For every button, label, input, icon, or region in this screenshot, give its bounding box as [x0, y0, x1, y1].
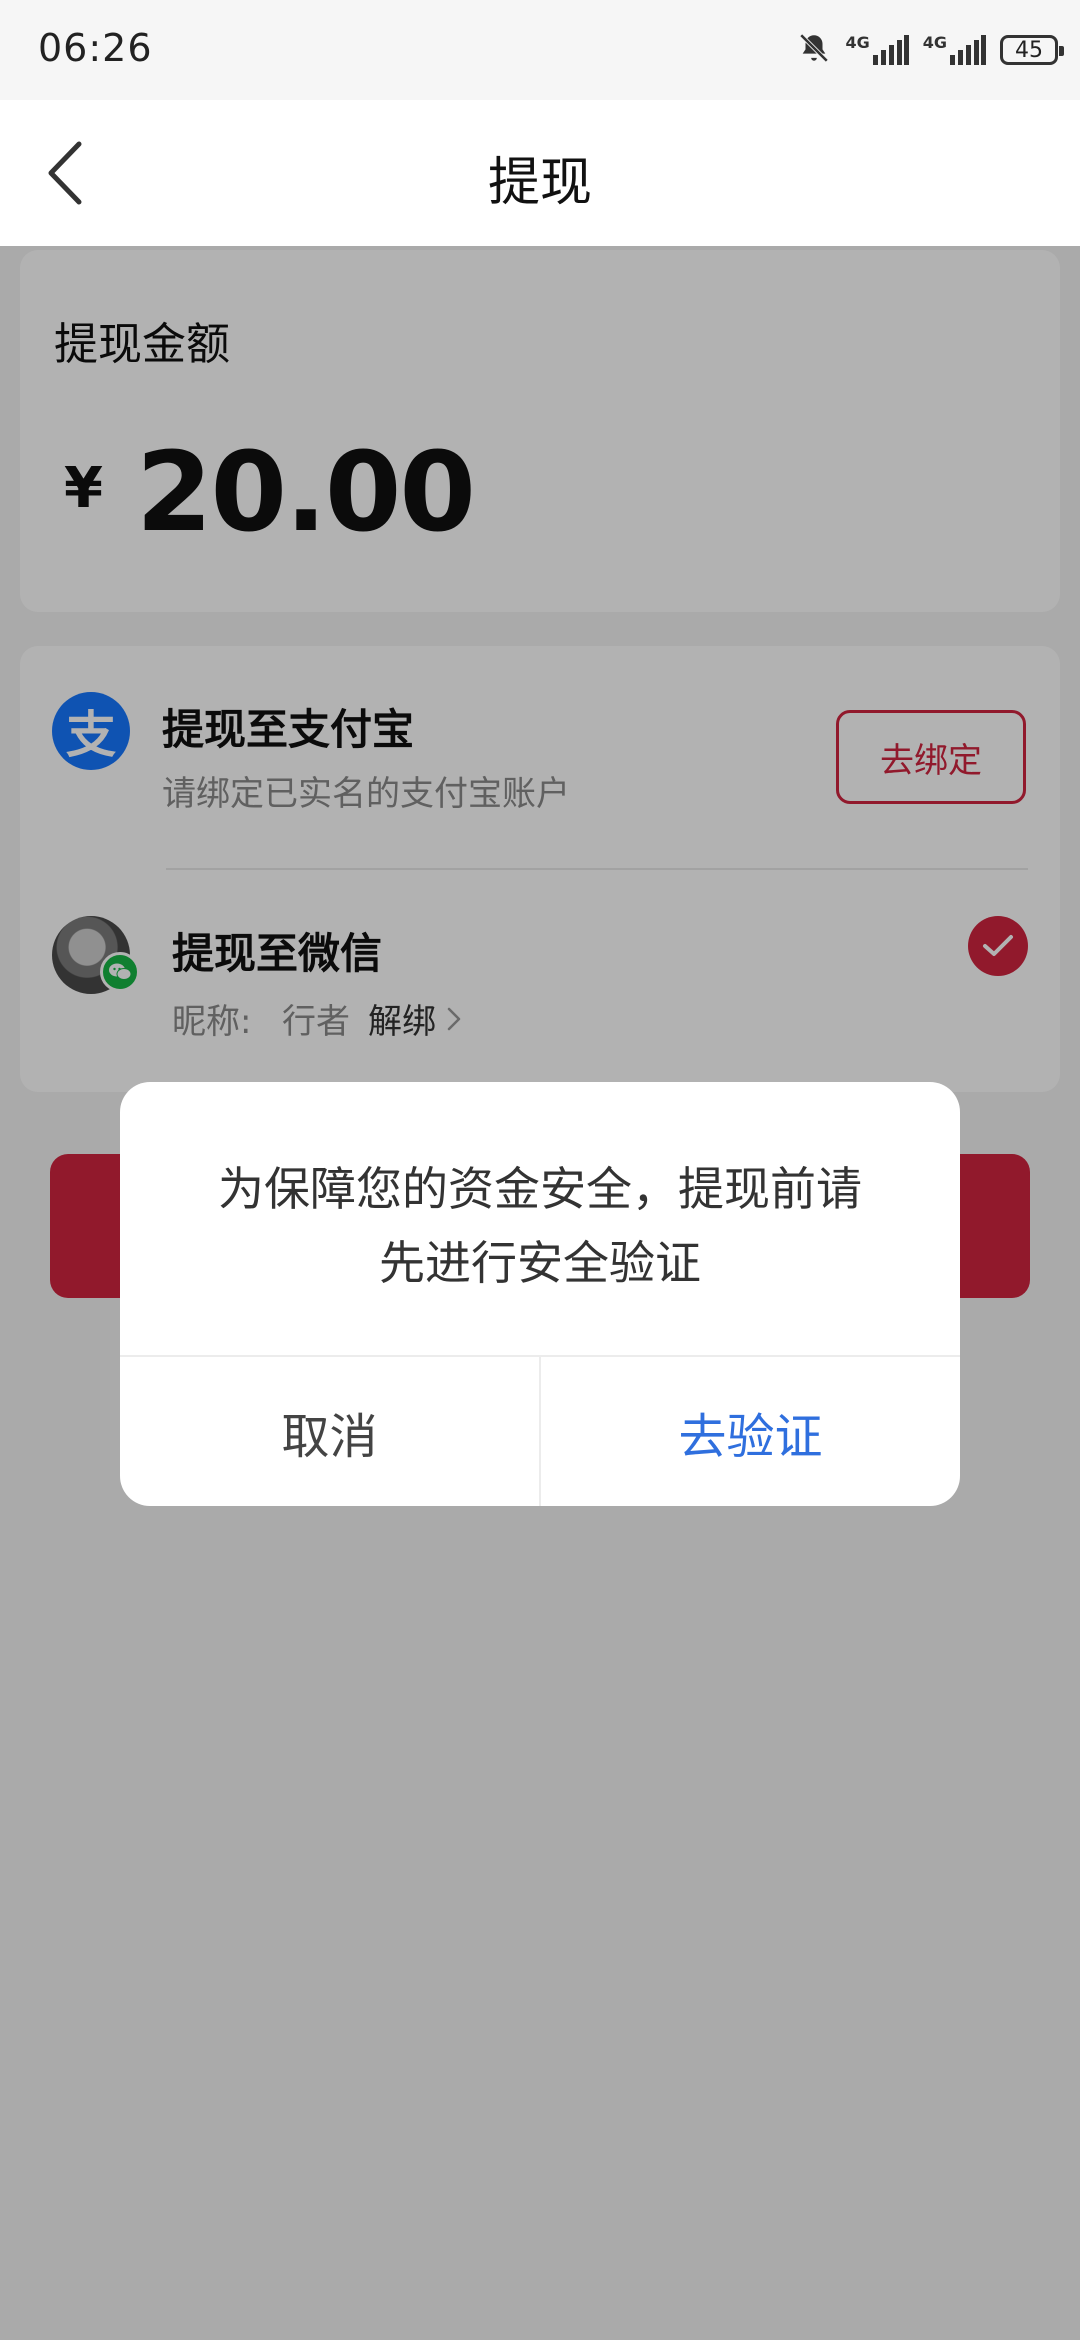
go-verify-label: 去验证 — [678, 1408, 823, 1465]
page-title: 提现 — [487, 153, 592, 213]
dialog-message-line-2: 先进行安全验证 — [379, 1236, 701, 1290]
signal-type-2: 4G — [922, 33, 947, 52]
battery-level: 45 — [1015, 37, 1043, 63]
battery-icon: 45 — [1000, 35, 1064, 65]
go-verify-button[interactable]: 去验证 — [541, 1357, 960, 1506]
dialog-message: 为保障您的资金安全，提现前请 先进行安全验证 — [120, 1152, 960, 1300]
app-header: 提现 — [0, 100, 1080, 246]
signal-icon-1: 4G — [845, 33, 909, 65]
signal-icon-2: 4G — [923, 35, 986, 65]
security-verify-dialog: 为保障您的资金安全，提现前请 先进行安全验证 取消 去验证 — [120, 1082, 960, 1506]
signal-type-1: 4G — [845, 33, 870, 52]
mute-icon — [797, 31, 831, 69]
status-icons: 4G 4G 45 — [797, 30, 1064, 70]
status-time: 06:26 — [38, 26, 153, 70]
cancel-button[interactable]: 取消 — [120, 1357, 539, 1506]
dialog-message-line-1: 为保障您的资金安全，提现前请 — [218, 1162, 862, 1216]
cancel-label: 取消 — [281, 1408, 378, 1465]
